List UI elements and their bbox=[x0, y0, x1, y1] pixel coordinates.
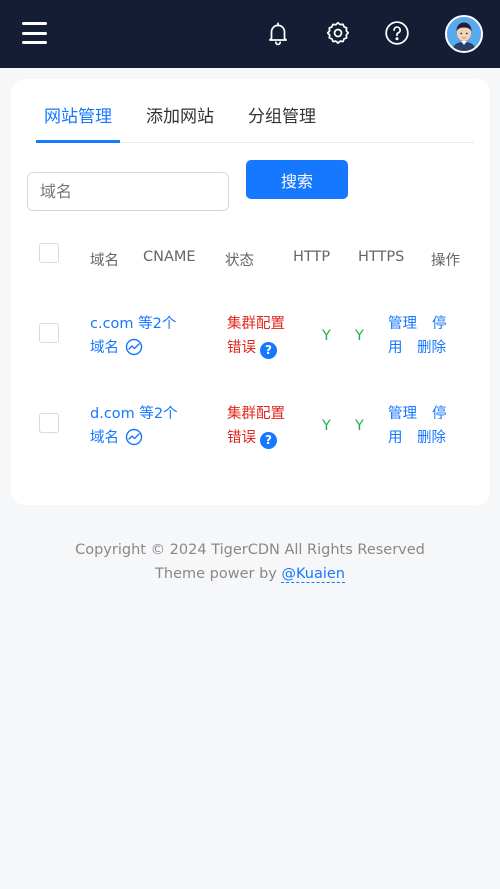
gear-icon[interactable] bbox=[325, 20, 351, 46]
status-cell: 集群配置 错误? bbox=[227, 402, 285, 450]
tab-group-management[interactable]: 分组管理 bbox=[248, 102, 316, 127]
site-management-card: 网站管理 添加网站 分组管理 搜索 域名 CNAME 状态 HTTP HTTPS… bbox=[11, 79, 490, 505]
theme-credit: Theme power by @Kuaien bbox=[0, 566, 500, 583]
select-all-checkbox[interactable] bbox=[39, 243, 59, 263]
manage-link[interactable]: 管理 bbox=[388, 312, 417, 336]
disable-link[interactable]: 用 bbox=[388, 426, 403, 450]
http-value: Y bbox=[322, 418, 331, 434]
https-value: Y bbox=[355, 418, 364, 434]
domain-link-suffix[interactable]: 域名 bbox=[90, 340, 119, 356]
tab-bar: 网站管理 添加网站 分组管理 bbox=[36, 79, 474, 143]
tab-add-site[interactable]: 添加网站 bbox=[146, 102, 214, 127]
domain-link[interactable]: c.com 等2个 bbox=[90, 312, 176, 336]
header-cname: CNAME bbox=[143, 249, 196, 265]
status-cell: 集群配置 错误? bbox=[227, 312, 285, 360]
disable-link[interactable]: 停 bbox=[432, 402, 447, 426]
row-checkbox[interactable] bbox=[39, 323, 59, 343]
status-text: 集群配置 bbox=[227, 316, 285, 332]
tab-site-management[interactable]: 网站管理 bbox=[44, 102, 112, 127]
bell-icon[interactable] bbox=[265, 20, 291, 46]
question-icon[interactable]: ? bbox=[260, 432, 277, 449]
delete-link[interactable]: 删除 bbox=[417, 426, 446, 450]
status-text-suffix: 错误 bbox=[227, 430, 256, 446]
traffic-chart-icon[interactable] bbox=[125, 338, 143, 356]
status-text: 集群配置 bbox=[227, 406, 285, 422]
search-button[interactable]: 搜索 bbox=[246, 160, 348, 199]
header-https: HTTPS bbox=[358, 249, 405, 265]
disable-link[interactable]: 用 bbox=[388, 336, 403, 360]
theme-author-link[interactable]: @Kuaien bbox=[281, 566, 345, 583]
header-status: 状态 bbox=[225, 253, 254, 269]
question-icon[interactable]: ? bbox=[260, 342, 277, 359]
delete-link[interactable]: 删除 bbox=[417, 336, 446, 360]
domain-link-suffix[interactable]: 域名 bbox=[90, 430, 119, 446]
help-circle-icon[interactable] bbox=[384, 20, 410, 46]
domain-search-input[interactable] bbox=[27, 172, 229, 211]
hamburger-menu-icon[interactable] bbox=[22, 22, 47, 44]
domain-cell: d.com 等2个 域名 bbox=[90, 402, 178, 450]
status-text-suffix: 错误 bbox=[227, 340, 256, 356]
domain-cell: c.com 等2个 域名 bbox=[90, 312, 176, 360]
domain-link[interactable]: d.com 等2个 bbox=[90, 402, 178, 426]
copyright-text: Copyright © 2024 TigerCDN All Rights Res… bbox=[75, 542, 425, 558]
row-checkbox[interactable] bbox=[39, 413, 59, 433]
header-domain: 域名 bbox=[90, 253, 119, 269]
https-value: Y bbox=[355, 328, 364, 344]
traffic-chart-icon[interactable] bbox=[125, 428, 143, 446]
header-http: HTTP bbox=[293, 249, 331, 265]
theme-credit-text: Theme power by bbox=[155, 566, 277, 582]
active-tab-indicator bbox=[36, 140, 120, 143]
top-navbar bbox=[0, 0, 500, 68]
header-actions: 操作 bbox=[431, 253, 460, 269]
disable-link[interactable]: 停 bbox=[432, 312, 447, 336]
http-value: Y bbox=[322, 328, 331, 344]
user-avatar[interactable] bbox=[445, 15, 483, 53]
manage-link[interactable]: 管理 bbox=[388, 402, 417, 426]
